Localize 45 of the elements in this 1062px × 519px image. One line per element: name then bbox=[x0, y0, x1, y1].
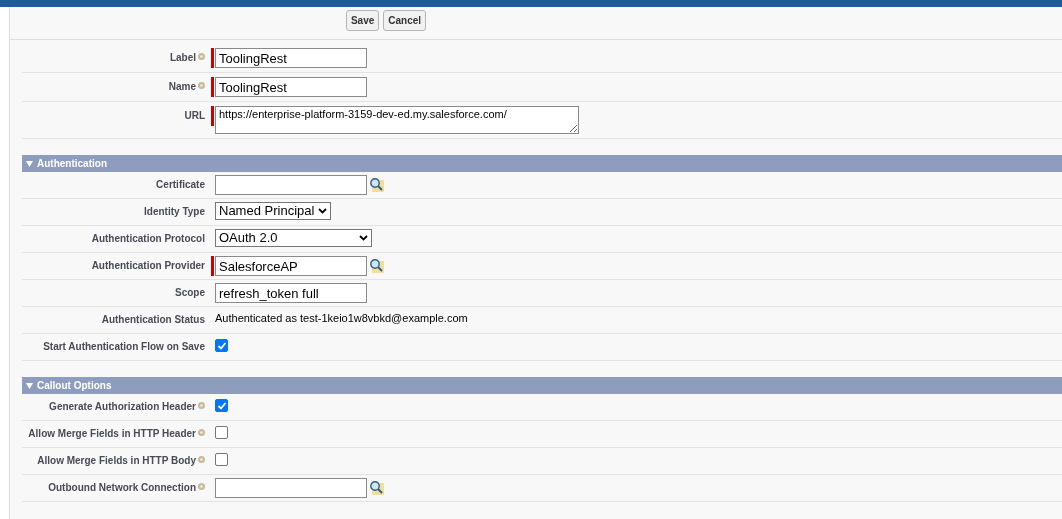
help-icon bbox=[198, 429, 205, 436]
help-icon bbox=[198, 456, 205, 463]
field-label: URL bbox=[184, 109, 205, 123]
text-field[interactable]: refresh_token full bbox=[215, 283, 367, 303]
help-icon bbox=[198, 483, 205, 490]
search-icon[interactable] bbox=[369, 480, 385, 496]
text-field[interactable]: ToolingRest bbox=[215, 77, 367, 97]
field-label: Generate Authorization Header bbox=[49, 400, 196, 414]
field-label: Authentication Protocol bbox=[91, 232, 205, 246]
field-label: Identity Type bbox=[144, 205, 205, 219]
checkbox[interactable] bbox=[215, 339, 228, 352]
section-title: Callout Options bbox=[37, 379, 112, 393]
checkbox[interactable] bbox=[215, 399, 228, 412]
select-field[interactable]: OAuth 2.0 bbox=[215, 229, 372, 247]
help-icon bbox=[198, 402, 205, 409]
url-field[interactable]: https://enterprise-platform-3159-dev-ed.my.salesforce.com/ bbox=[215, 106, 579, 134]
checkbox[interactable] bbox=[215, 426, 228, 439]
field-label: Scope bbox=[175, 286, 205, 300]
lookup-field[interactable] bbox=[215, 175, 367, 195]
select-field[interactable]: Named Principal bbox=[215, 202, 332, 220]
field-label: Authentication Provider bbox=[91, 259, 205, 273]
field-label: Allow Merge Fields in HTTP Body bbox=[37, 454, 196, 468]
search-icon[interactable] bbox=[369, 258, 385, 274]
field-label: Name bbox=[168, 80, 196, 94]
chevron-down-icon bbox=[318, 208, 328, 214]
text-field[interactable]: ToolingRest bbox=[215, 48, 367, 68]
field-label: Start Authentication Flow on Save bbox=[43, 340, 205, 354]
section-title: Authentication bbox=[37, 157, 107, 171]
help-icon bbox=[198, 82, 205, 89]
search-icon[interactable] bbox=[369, 177, 385, 193]
field-label: Outbound Network Connection bbox=[48, 481, 196, 495]
field-label: Label bbox=[169, 51, 196, 65]
lookup-field[interactable] bbox=[215, 478, 367, 498]
chevron-down-icon bbox=[359, 235, 368, 241]
triangle-icon bbox=[26, 382, 33, 389]
help-icon bbox=[198, 53, 205, 60]
field-label: Allow Merge Fields in HTTP Header bbox=[28, 427, 196, 441]
field-label: Authentication Status bbox=[101, 313, 205, 327]
field-label: Certificate bbox=[156, 178, 205, 192]
form-button[interactable]: Cancel bbox=[383, 10, 427, 31]
triangle-icon bbox=[26, 160, 33, 167]
status-text: Authenticated as test-1keio1w8vbkd@example.com bbox=[215, 311, 468, 326]
form-button[interactable]: Save bbox=[345, 10, 380, 31]
checkbox[interactable] bbox=[215, 453, 228, 466]
lookup-field[interactable]: SalesforceAP bbox=[215, 256, 367, 276]
